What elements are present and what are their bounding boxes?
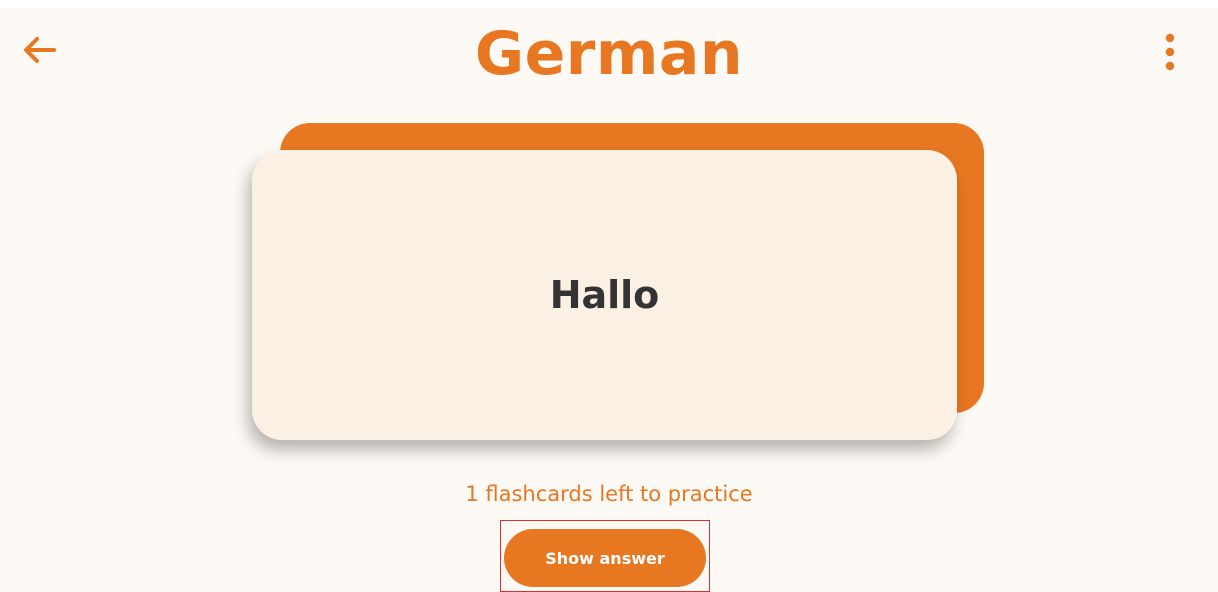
top-strip (0, 0, 1218, 8)
more-vertical-icon (1165, 33, 1175, 71)
page-title: German (474, 19, 744, 89)
flashcard[interactable]: Hallo (252, 150, 957, 440)
more-options-button[interactable] (1150, 28, 1190, 76)
show-answer-button[interactable]: Show answer (504, 529, 706, 587)
flashcard-word: Hallo (549, 273, 660, 317)
remaining-count-text: 1 flashcards left to practice (465, 482, 753, 506)
